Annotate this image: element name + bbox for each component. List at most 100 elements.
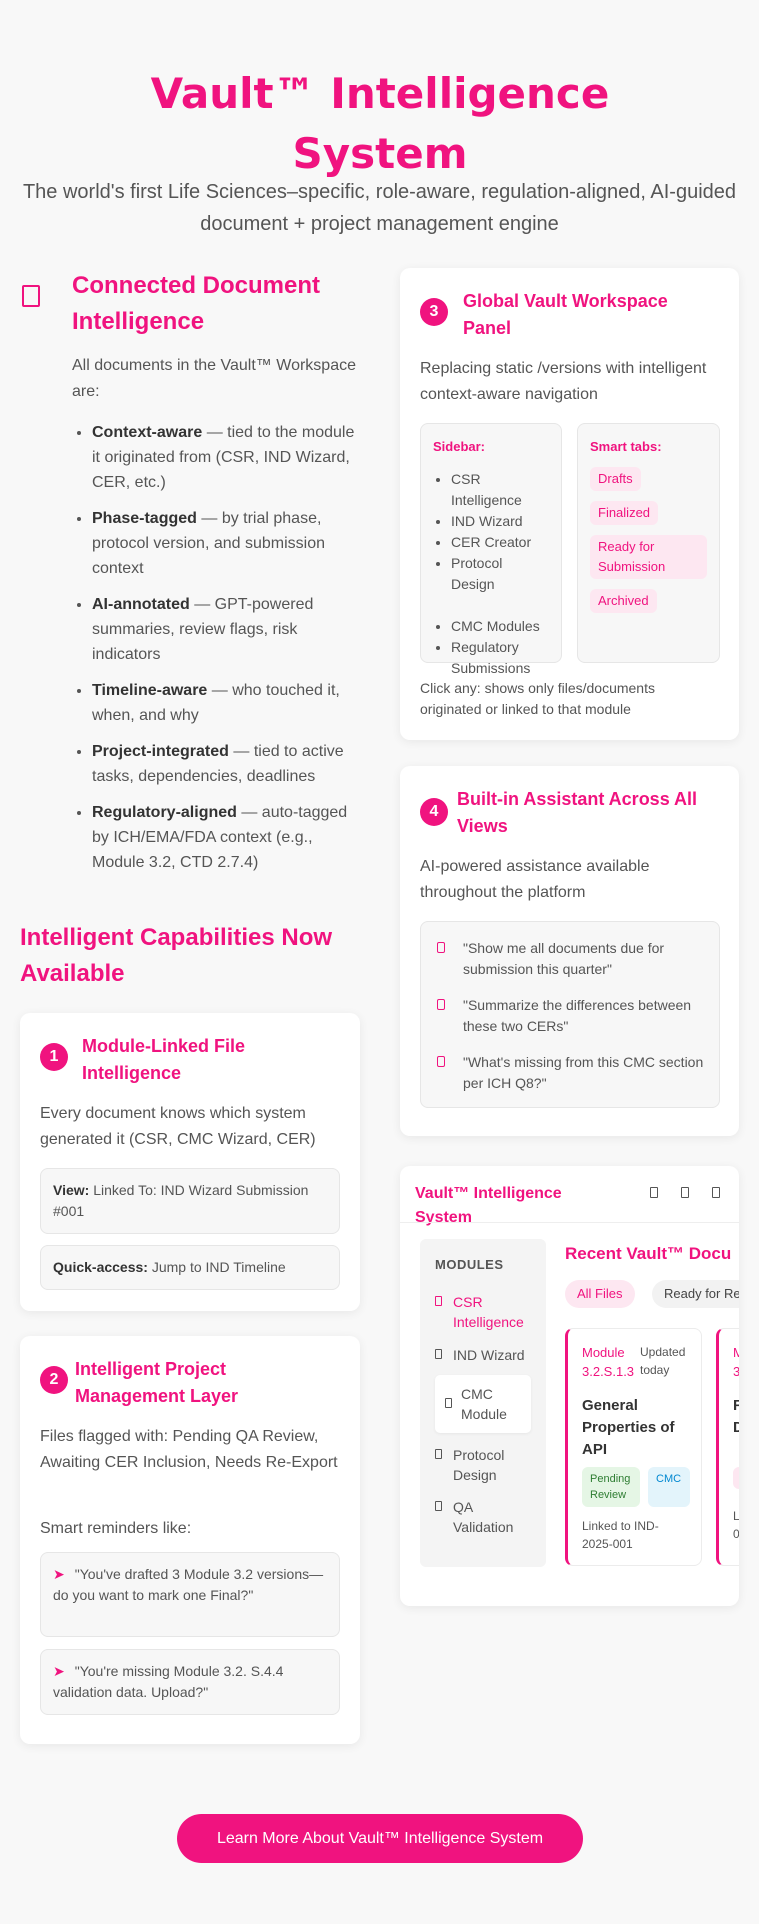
card-text: Replacing static /versions with intellig…: [420, 360, 707, 403]
quote-text: "What's missing from this CMC section pe…: [463, 1054, 704, 1091]
card-number: 2: [40, 1366, 68, 1394]
list-item: Project-integrated — tied to active task…: [92, 739, 364, 789]
card-text: Files flagged with: Pending QA Review, A…: [40, 1428, 338, 1471]
tab-ready-for-submission[interactable]: Ready for Submission: [590, 535, 707, 579]
reminder-text: "You're missing Module 3.2. S.4.4 valida…: [53, 1663, 284, 1700]
assistant-quote[interactable]: "What's missing from this CMC section pe…: [437, 1052, 709, 1094]
tabs-label: Smart tabs:: [590, 439, 662, 454]
card-title: Global Vault Workspace Panel: [463, 291, 668, 338]
tabs-box: Smart tabs: Drafts Finalized Ready for S…: [577, 423, 720, 663]
sidebar-item[interactable]: CER Creator: [451, 532, 549, 553]
chat-icon: [437, 1056, 445, 1067]
sidebar-item[interactable]: CMC Modules: [451, 616, 549, 637]
item-bold: Regulatory-aligned: [92, 804, 237, 821]
item-bold: Context-aware: [92, 424, 203, 441]
capabilities-heading: Intelligent Capabilities Now Available: [20, 924, 333, 987]
quick-access-link[interactable]: Quick-access: Jump to IND Timeline: [40, 1245, 340, 1290]
window-button-icon[interactable]: [712, 1187, 720, 1198]
document-icon: [22, 285, 40, 307]
module-item-protocol[interactable]: Protocol Design: [435, 1445, 540, 1485]
doc-title: F D: [733, 1395, 739, 1439]
filter-ready[interactable]: Ready for Revi: [652, 1280, 739, 1308]
doc-updated: Updated today: [640, 1345, 686, 1377]
document-icon: [435, 1349, 442, 1359]
sidebar-item[interactable]: Protocol Design: [451, 553, 549, 595]
list-item: Phase-tagged — by trial phase, protocol …: [92, 506, 364, 581]
quote-text: "Summarize the differences between these…: [463, 997, 692, 1034]
status-badge-cmc: CMC: [648, 1467, 690, 1507]
document-icon: [445, 1398, 452, 1408]
doc-link: Linked to IND-2025-001: [582, 1519, 659, 1551]
doc-module: Module 3.2.S.1.3: [582, 1345, 635, 1379]
chat-icon: [437, 942, 445, 953]
module-label: QA Validation: [453, 1499, 514, 1535]
document-icon: [435, 1449, 442, 1459]
doc-title: General Properties of API: [582, 1397, 675, 1458]
module-item-qa[interactable]: QA Validation: [435, 1497, 540, 1537]
connected-doc-intro: All documents in the Vault™ Workspace ar…: [72, 357, 356, 400]
sidebar-item[interactable]: IND Wizard: [451, 511, 549, 532]
modules-sidebar: MODULES CSR Intelligence IND Wizard CMC …: [420, 1239, 546, 1567]
card-text: AI-powered assistance available througho…: [420, 858, 650, 901]
sidebar-box: Sidebar: CSR Intelligence IND Wizard CER…: [420, 423, 562, 676]
assistant-quote[interactable]: "Show me all documents due for submissio…: [437, 938, 709, 980]
list-item: Timeline-aware — who touched it, when, a…: [92, 678, 364, 728]
card-module-linked: 1 Module-Linked File Intelligence Every …: [20, 1013, 360, 1311]
connected-doc-title: Connected Document Intelligence: [72, 272, 321, 335]
recent-docs-title: Recent Vault™ Docu: [565, 1244, 732, 1263]
reminders-label: Smart reminders like:: [40, 1520, 192, 1537]
reminder-text: "You've drafted 3 Module 3.2 versions—do…: [53, 1566, 324, 1603]
card-footer: Click any: shows only files/documents or…: [420, 680, 655, 717]
list-item: AI-annotated — GPT-powered summaries, re…: [92, 592, 364, 667]
module-label: IND Wizard: [453, 1347, 525, 1363]
learn-more-button[interactable]: Learn More About Vault™ Intelligence Sys…: [177, 1814, 583, 1863]
doc-module: M 3: [733, 1343, 739, 1381]
card-workspace-panel: 3 Global Vault Workspace Panel Replacing…: [400, 268, 739, 740]
assistant-quotes-box: "Show me all documents due for submissio…: [420, 921, 720, 1108]
document-icon: [435, 1501, 442, 1511]
doc-link: L 0: [733, 1509, 739, 1541]
tab-archived[interactable]: Archived: [590, 589, 657, 613]
quick-text: Jump to IND Timeline: [147, 1259, 286, 1275]
sidebar-label: Sidebar:: [433, 439, 486, 454]
modules-label: MODULES: [435, 1257, 504, 1272]
module-item-csr[interactable]: CSR Intelligence: [435, 1292, 540, 1332]
sidebar-item[interactable]: CSR Intelligence: [451, 469, 549, 511]
card-project-management: 2 Intelligent Project Management Layer F…: [20, 1336, 360, 1744]
chat-icon: [437, 999, 445, 1010]
card-title: Intelligent Project Management Layer: [75, 1359, 239, 1406]
doc-card[interactable]: M 3 F D L 0: [716, 1328, 739, 1566]
module-label: CMC Module: [461, 1386, 507, 1422]
workspace-preview: Vault™ Intelligence System MODULES CSR I…: [400, 1166, 739, 1606]
card-title: Module-Linked File Intelligence: [82, 1036, 246, 1083]
preview-header-divider: [400, 1222, 739, 1223]
window-button-icon[interactable]: [650, 1187, 658, 1198]
module-item-ind[interactable]: IND Wizard: [435, 1345, 540, 1365]
card-number: 4: [420, 798, 448, 826]
view-text: Linked To: IND Wizard Submission #001: [53, 1182, 309, 1219]
reminder-box: ➤ "You're missing Module 3.2. S.4.4 valid…: [40, 1649, 340, 1715]
card-title: Built-in Assistant Across All Views: [457, 789, 698, 836]
card-text: Every document knows which system genera…: [40, 1105, 316, 1148]
tab-finalized[interactable]: Finalized: [590, 501, 659, 525]
module-label: CSR Intelligence: [453, 1294, 524, 1330]
item-bold: Project-integrated: [92, 743, 229, 760]
list-item: Regulatory-aligned — auto-tagged by ICH/…: [92, 800, 364, 875]
assistant-quote[interactable]: "Summarize the differences between these…: [437, 995, 709, 1037]
status-badge-pending: Pending Review: [582, 1467, 640, 1507]
view-label: View:: [53, 1182, 90, 1198]
card-number: 1: [40, 1043, 68, 1071]
item-bold: AI-annotated: [92, 596, 190, 613]
view-box: View: Linked To: IND Wizard Submission #…: [40, 1168, 340, 1234]
card-number: 3: [420, 298, 448, 326]
module-item-cmc[interactable]: CMC Module: [435, 1375, 531, 1433]
window-button-icon[interactable]: [681, 1187, 689, 1198]
card-assistant: 4 Built-in Assistant Across All Views AI…: [400, 766, 739, 1136]
arrow-icon: ➤: [53, 1566, 65, 1582]
document-icon: [435, 1296, 442, 1306]
sidebar-item[interactable]: Regulatory Submissions: [451, 637, 549, 679]
doc-card[interactable]: Module 3.2.S.1.3 Updated today General P…: [565, 1328, 702, 1566]
tab-drafts[interactable]: Drafts: [590, 467, 641, 491]
status-badge: [733, 1467, 739, 1489]
filter-all-files[interactable]: All Files: [565, 1280, 635, 1308]
